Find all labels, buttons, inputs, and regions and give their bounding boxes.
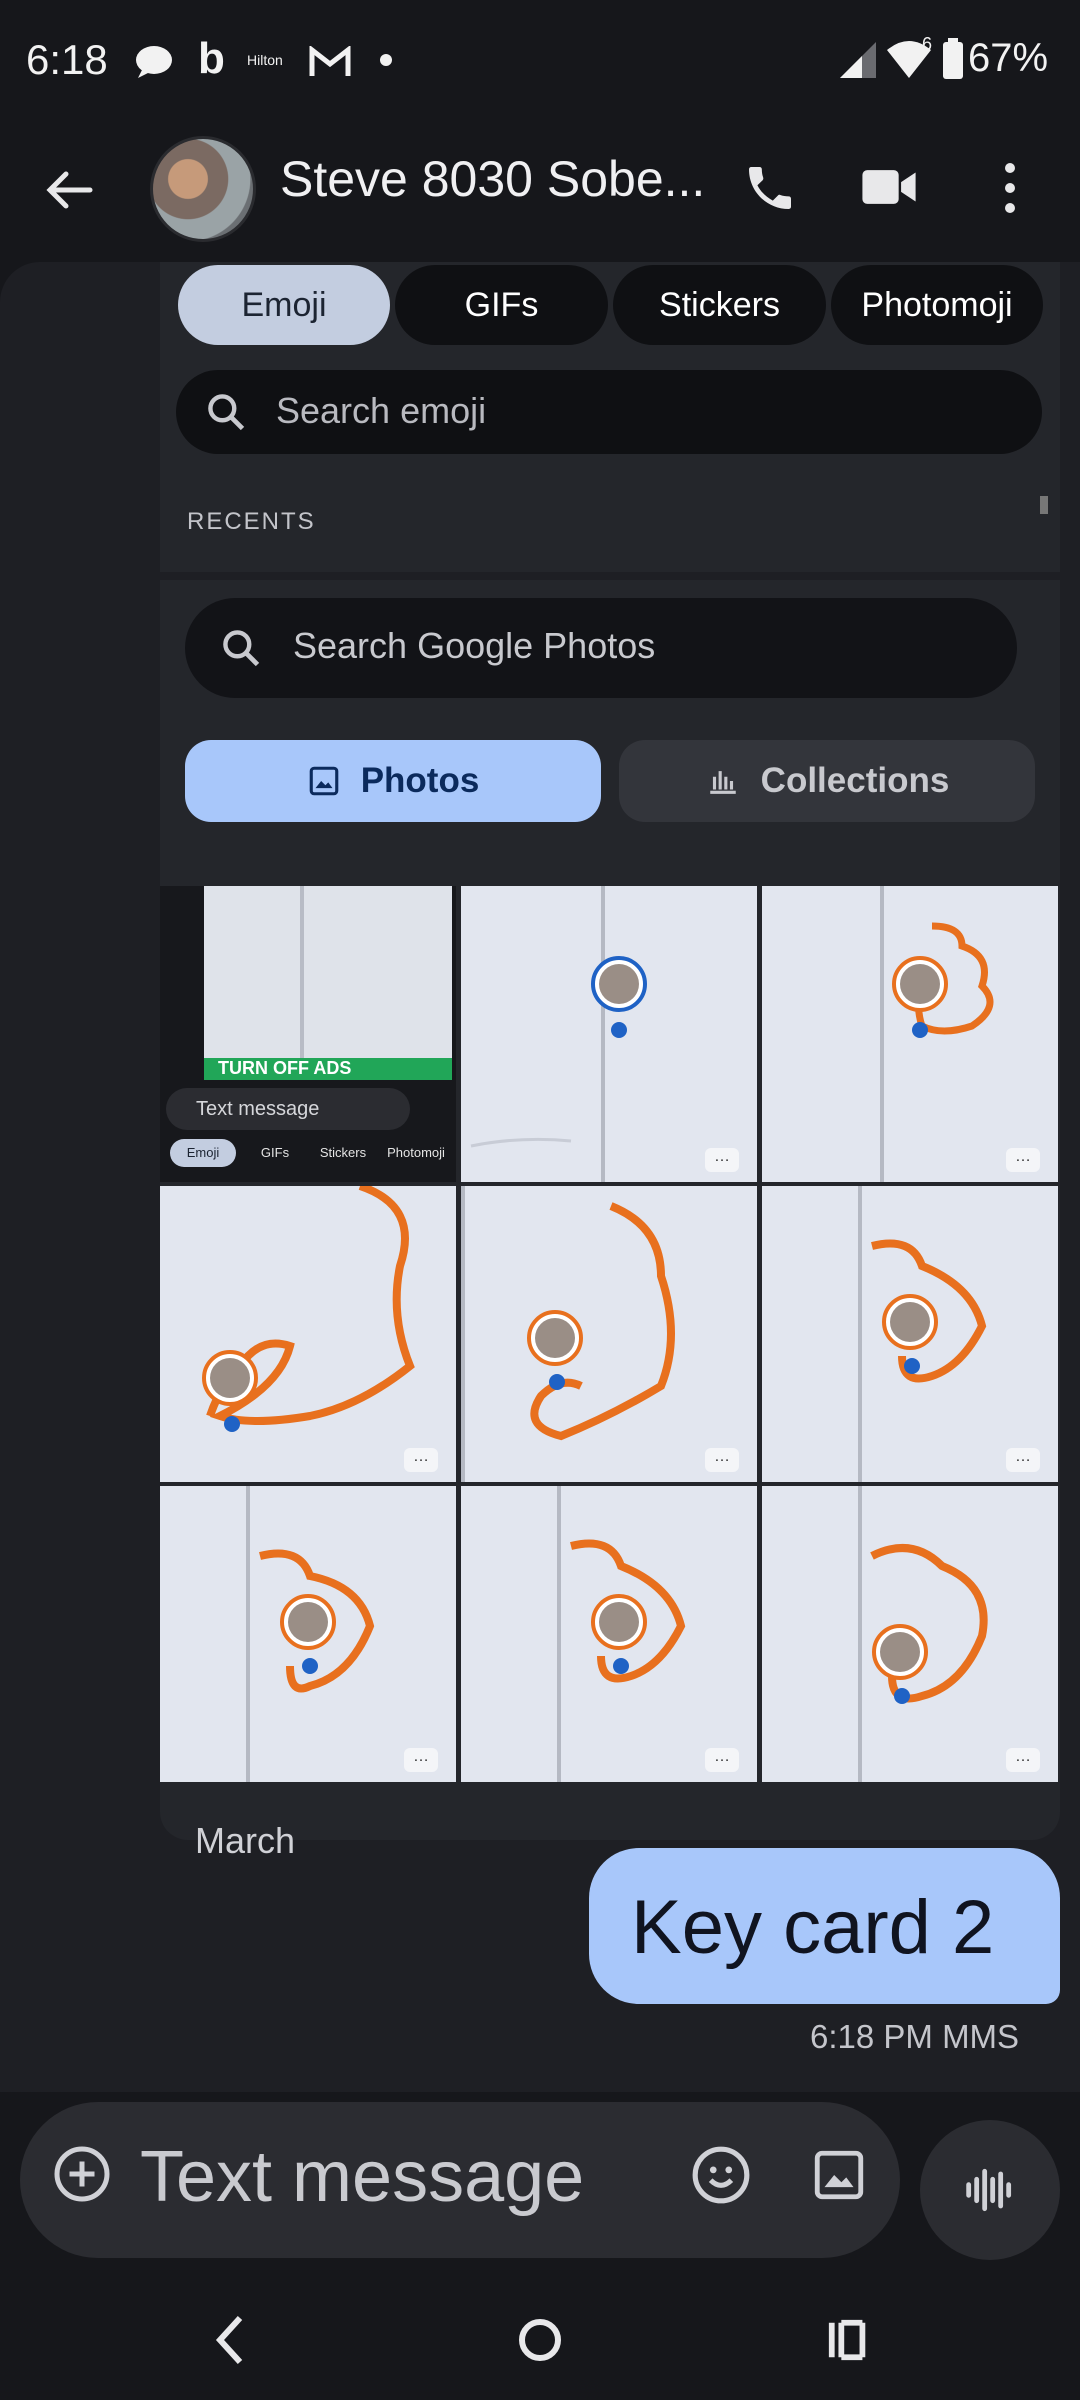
more-icon[interactable]: …: [705, 1748, 739, 1772]
compose-placeholder[interactable]: Text message: [140, 2136, 584, 2218]
photo-thumbnail[interactable]: …: [461, 886, 757, 1182]
ads-banner: TURN OFF ADS: [204, 1058, 452, 1080]
voice-icon: [966, 2168, 1012, 2212]
back-arrow-icon[interactable]: [40, 160, 100, 220]
nav-back-icon[interactable]: [210, 2310, 250, 2370]
battery-percent: 67%: [968, 36, 1049, 80]
more-icon[interactable]: …: [404, 1748, 438, 1772]
nav-home-icon[interactable]: [518, 2310, 562, 2370]
more-icon[interactable]: …: [1006, 1448, 1040, 1472]
hilton-icon: Hilton: [247, 52, 283, 68]
thumb-tab-emoji: Emoji: [170, 1139, 236, 1167]
battery-icon: [943, 38, 963, 79]
message-meta: 6:18 PM MMS: [810, 2018, 1020, 2055]
tab-stickers[interactable]: Stickers: [613, 265, 826, 345]
message-text: Key card 2: [631, 1885, 995, 1970]
photo-thumbnail[interactable]: …: [461, 1486, 757, 1782]
recents-label: RECENTS: [187, 508, 316, 535]
tab-emoji[interactable]: Emoji: [178, 265, 390, 345]
photos-search-input[interactable]: Search Google Photos: [185, 598, 1017, 698]
photos-search-placeholder: Search Google Photos: [293, 625, 656, 666]
emoji-search-input[interactable]: Search emoji: [176, 370, 1042, 454]
more-icon[interactable]: …: [705, 1148, 739, 1172]
status-bar: 6:18 b Hilton 6 67%: [0, 0, 1080, 120]
video-icon[interactable]: [860, 162, 918, 212]
nav-recents-icon[interactable]: [826, 2310, 872, 2370]
chat-notification-icon: [136, 46, 172, 78]
section-month-label: March: [195, 1820, 296, 1861]
wifi-badge: 6: [922, 34, 933, 54]
photo-thumbnail[interactable]: …: [461, 1186, 757, 1482]
segment-collections[interactable]: Collections: [619, 740, 1035, 822]
add-icon[interactable]: [52, 2144, 112, 2204]
picker-scrollbar[interactable]: [1040, 496, 1048, 514]
emoji-icon[interactable]: [690, 2144, 752, 2206]
thumb-tab-stickers: Stickers: [319, 1145, 367, 1160]
compose-bar[interactable]: Text message: [20, 2102, 900, 2258]
signal-icon: [840, 42, 876, 78]
tab-gifs[interactable]: GIFs: [395, 265, 608, 345]
bing-icon: b: [198, 34, 225, 83]
search-icon: [223, 630, 260, 667]
segment-photos-label: Photos: [360, 761, 480, 800]
photo-thumbnail[interactable]: …: [160, 1486, 456, 1782]
more-icon[interactable]: …: [404, 1448, 438, 1472]
emoji-search-placeholder: Search emoji: [276, 390, 487, 431]
more-icon[interactable]: …: [1006, 1748, 1040, 1772]
segment-collections-label: Collections: [760, 761, 950, 800]
photo-thumbnail[interactable]: TURN OFF ADS Text message Emoji GIFs Sti…: [160, 886, 456, 1182]
photo-thumbnail[interactable]: …: [160, 1186, 456, 1482]
phone-icon[interactable]: [742, 160, 798, 216]
status-time: 6:18: [26, 36, 108, 83]
thumb-tab-photomoji: Photomoji: [387, 1145, 445, 1160]
sent-message-bubble[interactable]: Key card 2: [589, 1848, 1060, 2004]
segment-photos[interactable]: Photos: [185, 740, 601, 822]
thumb-compose: Text message: [166, 1088, 410, 1130]
photo-thumbnail[interactable]: …: [762, 1186, 1058, 1482]
gmail-icon: [309, 46, 351, 76]
collections-icon: [709, 771, 736, 794]
gallery-icon[interactable]: [810, 2146, 868, 2204]
avatar[interactable]: [150, 136, 256, 242]
photo-thumbnail[interactable]: …: [762, 1486, 1058, 1782]
more-notifications-icon: [380, 54, 392, 66]
more-icon[interactable]: …: [1006, 1148, 1040, 1172]
tab-photomoji[interactable]: Photomoji: [831, 265, 1043, 345]
search-icon: [208, 394, 245, 431]
voice-message-button[interactable]: [920, 2120, 1060, 2260]
photo-icon: [309, 766, 338, 796]
thumb-tab-gifs: GIFs: [260, 1145, 290, 1160]
more-icon[interactable]: …: [705, 1448, 739, 1472]
more-vert-icon[interactable]: [998, 158, 1022, 218]
contact-name[interactable]: Steve 8030 Sobe...: [280, 150, 705, 208]
photo-thumbnail[interactable]: …: [762, 886, 1058, 1182]
